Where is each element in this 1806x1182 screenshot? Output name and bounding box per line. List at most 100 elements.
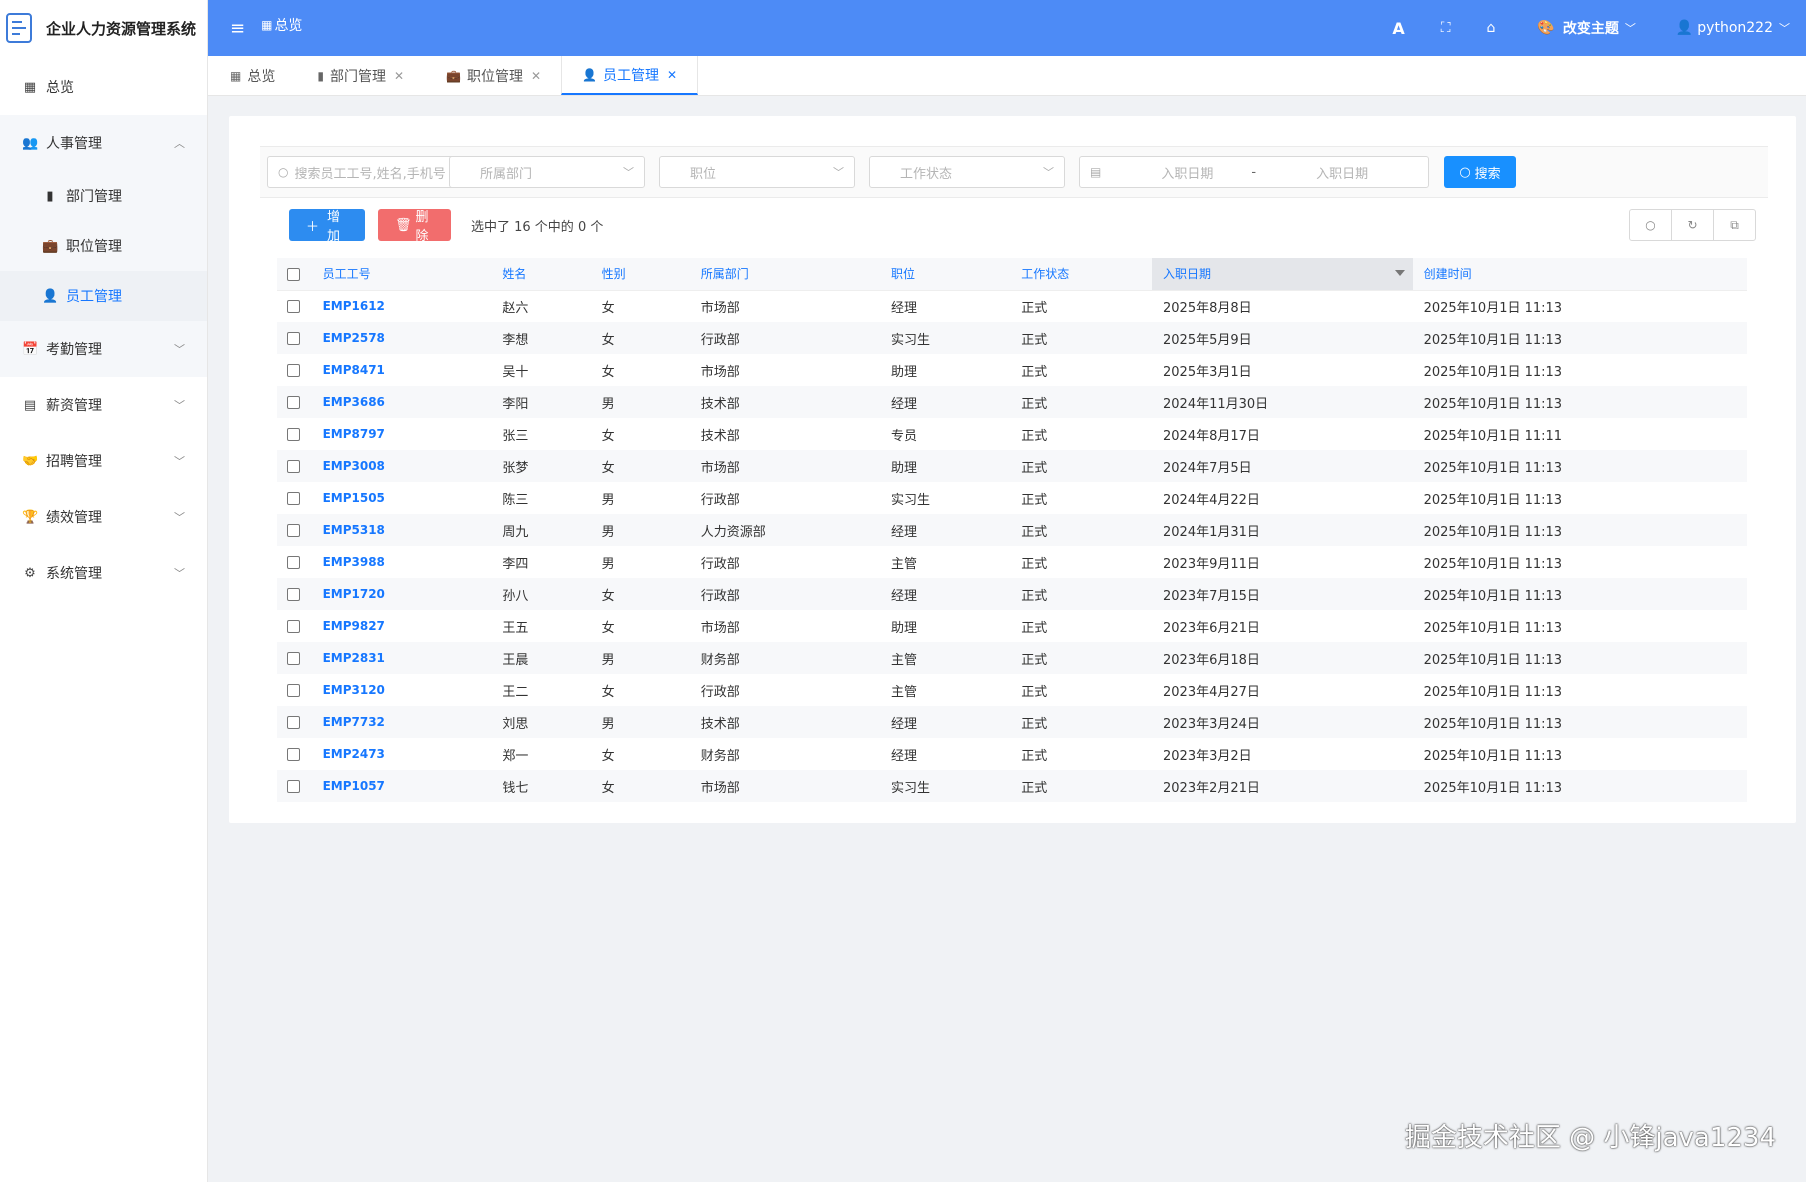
- table-row[interactable]: EMP7732 刘思 男 技术部 经理 正式 2023年3月24日 2025年10月1日 11…: [277, 706, 1747, 738]
- font-size-icon[interactable]: A: [1392, 19, 1404, 38]
- row-checkbox[interactable]: [287, 747, 300, 761]
- date-start-placeholder[interactable]: 入职日期: [1161, 163, 1213, 182]
- sidebar-item-positions[interactable]: 💼 职位管理: [0, 221, 207, 271]
- search-button[interactable]: ○ 搜索: [1444, 156, 1516, 188]
- column-header[interactable]: 职位: [879, 258, 1011, 291]
- search-toggle-icon[interactable]: ○: [1629, 209, 1672, 241]
- refresh-icon[interactable]: ↻: [1671, 209, 1714, 241]
- row-checkbox[interactable]: [287, 299, 300, 313]
- row-checkbox[interactable]: [287, 459, 300, 473]
- sidebar-item-overview[interactable]: ▦ 总览: [0, 59, 207, 115]
- row-checkbox[interactable]: [287, 779, 300, 793]
- home-icon[interactable]: ⌂: [1487, 20, 1496, 36]
- tab-positions[interactable]: 💼 职位管理 ✕: [424, 56, 561, 95]
- employee-id-link[interactable]: EMP3988: [312, 546, 492, 578]
- row-checkbox[interactable]: [287, 715, 300, 729]
- employee-id-link[interactable]: EMP3686: [312, 386, 492, 418]
- theme-button[interactable]: 🎨 改变主题 ﹀: [1537, 18, 1635, 38]
- employee-id-link[interactable]: EMP2831: [312, 642, 492, 674]
- employee-id-link[interactable]: EMP1720: [312, 578, 492, 610]
- employee-id-link[interactable]: EMP1505: [312, 482, 492, 514]
- table-row[interactable]: EMP8471 吴十 女 市场部 助理 正式 2025年3月1日 2025年10月1日 11:…: [277, 354, 1747, 386]
- add-button[interactable]: ＋ 增加: [289, 209, 365, 244]
- select-all-checkbox[interactable]: [287, 267, 300, 281]
- row-checkbox[interactable]: [287, 363, 300, 377]
- table-row[interactable]: EMP1057 钱七 女 市场部 实习生 正式 2023年2月21日 2025年10月1日 1…: [277, 770, 1747, 802]
- date-end-placeholder[interactable]: 入职日期: [1316, 163, 1368, 182]
- position-select[interactable]: 职位 ﹀: [659, 156, 855, 188]
- table-row[interactable]: EMP3686 李阳 男 技术部 经理 正式 2024年11月30日 2025年10月1日 1…: [277, 386, 1747, 418]
- user-menu[interactable]: 👤 python222 ﹀: [1676, 20, 1790, 36]
- close-icon[interactable]: ✕: [667, 68, 677, 82]
- hire-date-range[interactable]: ▤ 入职日期 - 入职日期: [1079, 156, 1429, 188]
- status-select[interactable]: 工作状态 ﹀: [869, 156, 1065, 188]
- table-row[interactable]: EMP9827 王五 女 市场部 助理 正式 2023年6月21日 2025年10月1日 11…: [277, 610, 1747, 642]
- column-header[interactable]: 工作状态: [1010, 258, 1153, 291]
- sidebar-item-attendance[interactable]: 📅 考勤管理 ﹀: [0, 321, 207, 377]
- table-row[interactable]: EMP1612 赵六 女 市场部 经理 正式 2025年8月8日 2025年10月1日 11:…: [277, 290, 1747, 322]
- table-row[interactable]: EMP2578 李想 女 行政部 实习生 正式 2025年5月9日 2025年10月1日 11…: [277, 322, 1747, 354]
- column-header[interactable]: 姓名: [491, 258, 591, 291]
- employee-id-link[interactable]: EMP9827: [312, 610, 492, 642]
- table-row[interactable]: EMP5318 周九 男 人力资源部 经理 正式 2024年1月31日 2025年10月1日 …: [277, 514, 1747, 546]
- row-checkbox[interactable]: [287, 555, 300, 569]
- employee-id-link[interactable]: EMP3008: [312, 450, 492, 482]
- tab-overview[interactable]: ▦ 总览: [208, 56, 283, 95]
- sort-caret-icon[interactable]: [1394, 270, 1405, 276]
- employee-id-link[interactable]: EMP1057: [312, 770, 492, 802]
- row-checkbox[interactable]: [287, 619, 300, 633]
- column-header[interactable]: 创建时间: [1412, 258, 1747, 291]
- row-checkbox[interactable]: [287, 331, 300, 345]
- menu-toggle-icon[interactable]: ≡: [230, 18, 245, 39]
- close-icon[interactable]: ✕: [394, 69, 404, 83]
- employee-id-link[interactable]: EMP5318: [312, 514, 492, 546]
- row-checkbox[interactable]: [287, 491, 300, 505]
- row-checkbox[interactable]: [287, 395, 300, 409]
- fullscreen-icon[interactable]: ⛶: [1441, 20, 1451, 36]
- table-row[interactable]: EMP8797 张三 女 技术部 专员 正式 2024年8月17日 2025年10月1日 11…: [277, 418, 1747, 450]
- table-row[interactable]: EMP1505 陈三 男 行政部 实习生 正式 2024年4月22日 2025年10月1日 1…: [277, 482, 1747, 514]
- delete-button[interactable]: 🗑 删除: [378, 209, 451, 244]
- employee-id-link[interactable]: EMP8797: [312, 418, 492, 450]
- table-row[interactable]: EMP3988 李四 男 行政部 主管 正式 2023年9月11日 2025年10月1日 11…: [277, 546, 1747, 578]
- row-checkbox[interactable]: [287, 427, 300, 441]
- column-header[interactable]: 员工工号: [311, 258, 492, 291]
- column-header[interactable]: 所属部门: [689, 258, 880, 291]
- table-row[interactable]: EMP3008 张梦 女 市场部 助理 正式 2024年7月5日 2025年10月1日 11:…: [277, 450, 1747, 482]
- table-cell: 市场部: [700, 364, 740, 380]
- employee-id-link[interactable]: EMP7732: [312, 706, 492, 738]
- sidebar-item-system[interactable]: ⚙ 系统管理 ﹀: [0, 545, 207, 601]
- sidebar-item-departments[interactable]: ▮ 部门管理: [0, 171, 207, 221]
- employee-id-link[interactable]: EMP3120: [312, 674, 492, 706]
- search-input[interactable]: ○ 搜索员工工号,姓名,手机号: [267, 156, 463, 188]
- table-row[interactable]: EMP2831 王晨 男 财务部 主管 正式 2023年6月18日 2025年10月1日 11…: [277, 642, 1747, 674]
- tab-departments[interactable]: ▮ 部门管理 ✕: [283, 56, 424, 95]
- close-icon[interactable]: ✕: [531, 69, 541, 83]
- sidebar-item-performance[interactable]: 🏆 绩效管理 ﹀: [0, 489, 207, 545]
- position-placeholder: 职位: [690, 166, 717, 182]
- column-header[interactable]: 性别: [590, 258, 690, 291]
- row-checkbox[interactable]: [287, 587, 300, 601]
- row-checkbox[interactable]: [287, 651, 300, 665]
- row-checkbox[interactable]: [287, 523, 300, 537]
- table-cell: 李四: [502, 556, 529, 572]
- table-cell: 正式: [1021, 460, 1048, 476]
- export-icon[interactable]: ⧉: [1713, 209, 1756, 241]
- employee-id-link[interactable]: EMP1612: [312, 290, 492, 322]
- calendar-icon: 📅: [22, 341, 39, 357]
- sidebar-item-recruitment[interactable]: 🤝 招聘管理 ﹀: [0, 433, 207, 489]
- employee-id-link[interactable]: EMP2578: [312, 322, 492, 354]
- sidebar-item-employees[interactable]: 👤 员工管理: [0, 271, 207, 321]
- department-select[interactable]: 所属部门 ﹀: [449, 156, 645, 188]
- table-row[interactable]: EMP2473 郑一 女 财务部 经理 正式 2023年3月2日 2025年10月1日 11:…: [277, 738, 1747, 770]
- column-header[interactable]: 入职日期: [1152, 258, 1413, 291]
- sidebar-item-salary[interactable]: ▤ 薪资管理 ﹀: [0, 377, 207, 433]
- employee-id-link[interactable]: EMP2473: [312, 738, 492, 770]
- row-checkbox[interactable]: [287, 683, 300, 697]
- table-cell: 2025年10月1日 11:13: [1423, 524, 1563, 540]
- table-row[interactable]: EMP1720 孙八 女 行政部 经理 正式 2023年7月15日 2025年10月1日 11…: [277, 578, 1747, 610]
- tab-employees[interactable]: 👤 员工管理 ✕: [561, 56, 699, 95]
- sidebar-item-personnel[interactable]: 👥 人事管理 ︿: [0, 115, 207, 171]
- table-row[interactable]: EMP3120 王二 女 行政部 主管 正式 2023年4月27日 2025年10月1日 11…: [277, 674, 1747, 706]
- employee-id-link[interactable]: EMP8471: [312, 354, 492, 386]
